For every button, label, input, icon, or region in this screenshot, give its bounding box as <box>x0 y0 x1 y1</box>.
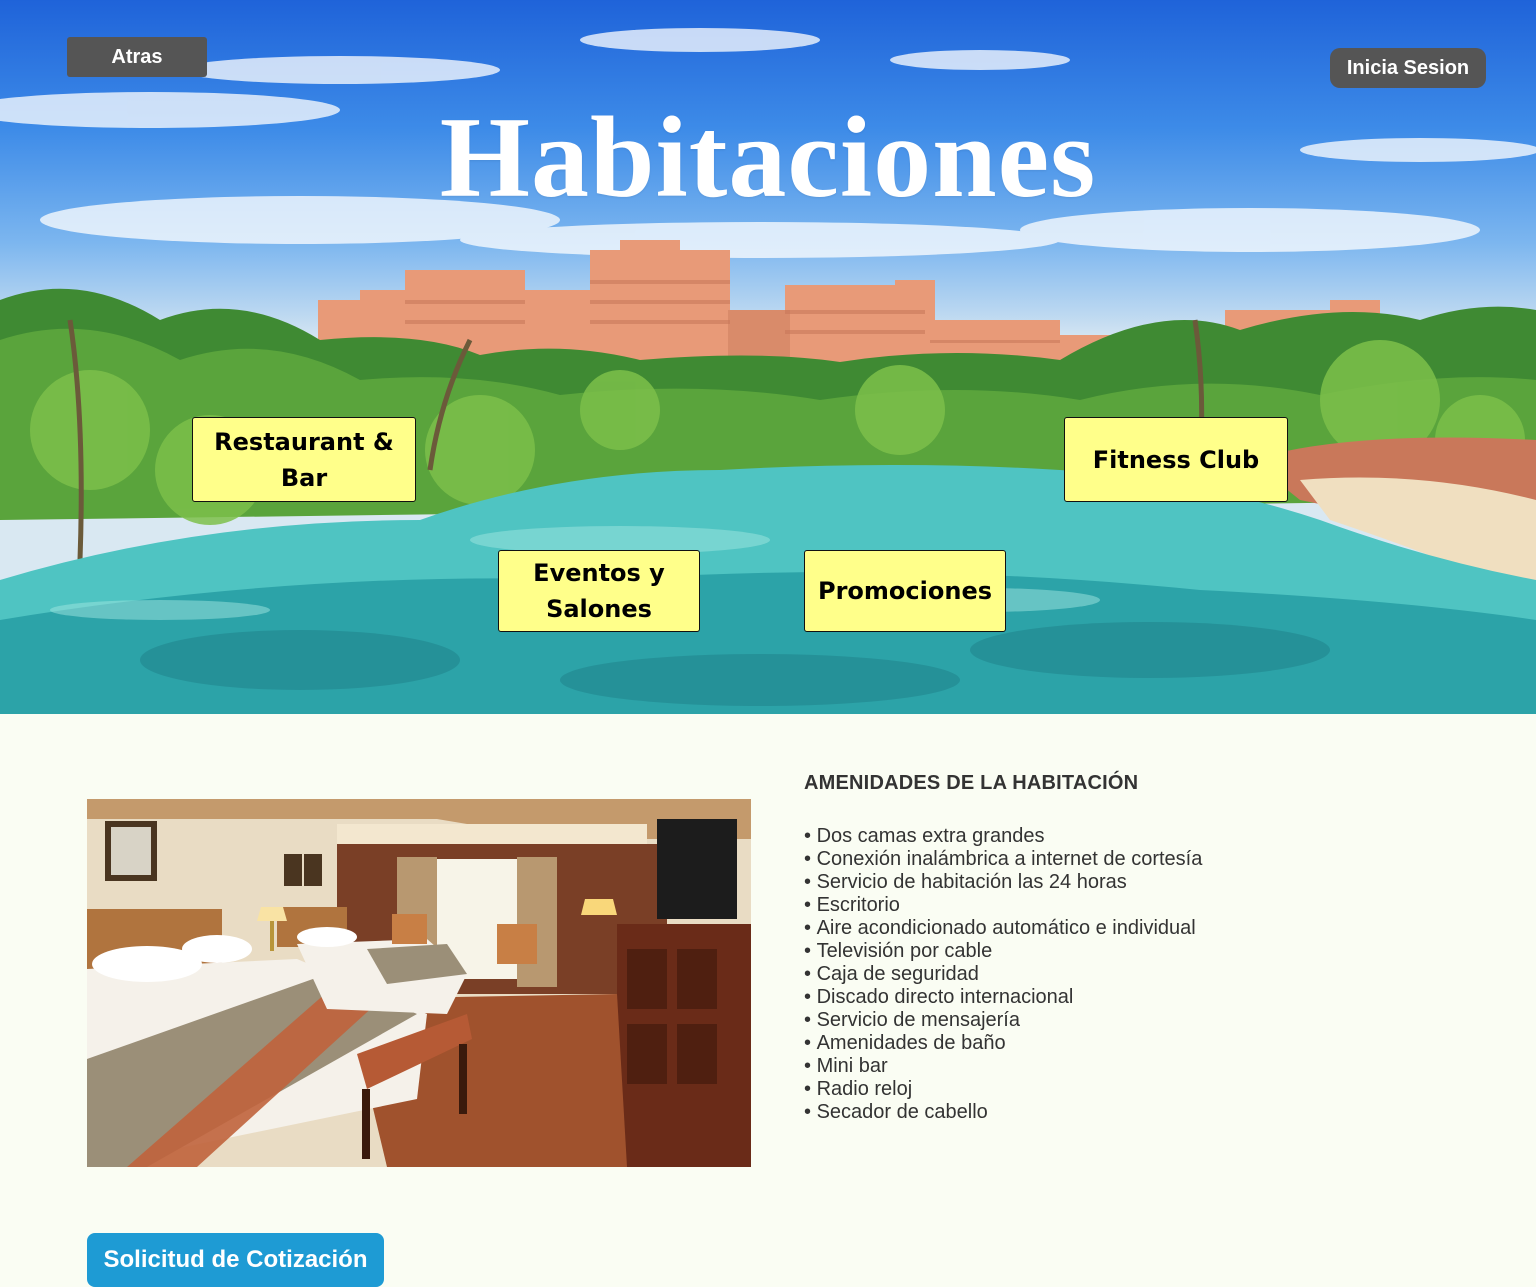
page-title: Habitaciones <box>439 94 1097 222</box>
nav-eventos-salones-label: Eventos y Salones <box>533 559 665 623</box>
nav-fitness-club-button[interactable]: Fitness Club <box>1064 417 1288 502</box>
nav-promociones-button[interactable]: Promociones <box>804 550 1006 632</box>
amenities-section: AMENIDADES DE LA HABITACIÓN Dos camas ex… <box>804 772 1404 1124</box>
list-item: Escritorio <box>804 894 1404 917</box>
list-item: Televisión por cable <box>804 940 1404 963</box>
list-item: Discado directo internacional <box>804 986 1404 1009</box>
list-item: Servicio de mensajería <box>804 1009 1404 1032</box>
list-item: Aire acondicionado automático e individu… <box>804 917 1404 940</box>
list-item: Dos camas extra grandes <box>804 825 1404 848</box>
login-button[interactable]: Inicia Sesion <box>1330 48 1486 88</box>
nav-fitness-club-label: Fitness Club <box>1092 445 1260 474</box>
amenities-heading: AMENIDADES DE LA HABITACIÓN <box>804 772 1139 794</box>
list-item: Mini bar <box>804 1055 1404 1078</box>
list-item: Amenidades de baño <box>804 1032 1404 1055</box>
nav-restaurant-bar-button[interactable]: Restaurant & Bar <box>192 417 416 502</box>
list-item: Secador de cabello <box>804 1101 1404 1124</box>
room-photo <box>87 799 751 1167</box>
nav-eventos-salones-button[interactable]: Eventos y Salones <box>498 550 700 632</box>
list-item: Caja de seguridad <box>804 963 1404 986</box>
amenities-list: Dos camas extra grandes Conexión inalámb… <box>804 825 1404 1124</box>
back-button[interactable]: Atras <box>67 37 207 77</box>
list-item: Servicio de habitación las 24 horas <box>804 871 1404 894</box>
list-item: Radio reloj <box>804 1078 1404 1101</box>
hero-banner: Atras Inicia Sesion Habitaciones Restaur… <box>0 0 1536 714</box>
list-item: Conexión inalámbrica a internet de corte… <box>804 848 1404 871</box>
quote-request-button[interactable]: Solicitud de Cotización <box>87 1233 384 1287</box>
nav-restaurant-bar-label: Restaurant & Bar <box>214 427 394 492</box>
nav-promociones-label: Promociones <box>818 577 992 605</box>
